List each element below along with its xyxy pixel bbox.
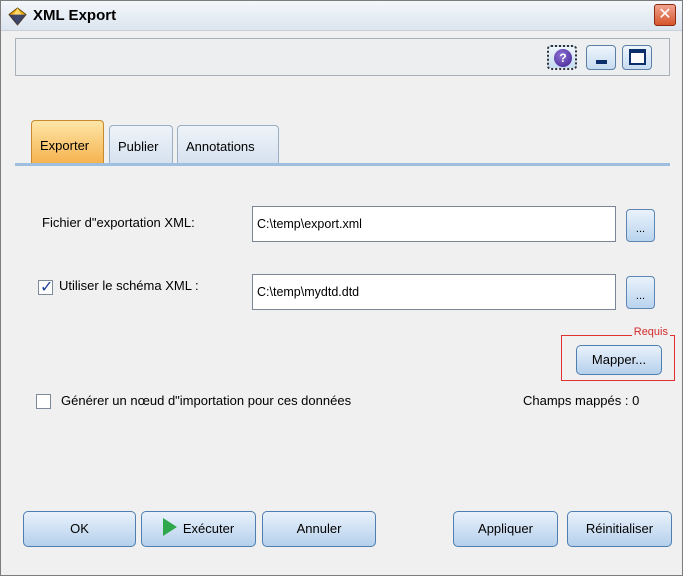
tab-annotations-label: Annotations: [186, 139, 255, 154]
apply-button[interactable]: Appliquer: [453, 511, 558, 547]
required-label: Requis: [631, 326, 670, 338]
checkmark-icon: ✓: [40, 279, 54, 296]
tab-strip-underline: [15, 163, 670, 166]
tab-publier[interactable]: Publier: [109, 125, 173, 163]
play-icon: [162, 518, 177, 536]
export-file-browse-button[interactable]: ...: [626, 209, 655, 242]
mapper-button[interactable]: Mapper...: [576, 345, 662, 375]
use-schema-checkbox[interactable]: ✓: [38, 279, 54, 296]
export-file-input[interactable]: C:\temp\export.xml: [252, 206, 616, 242]
title-bar[interactable]: XML Export ✕: [1, 1, 682, 31]
ok-button[interactable]: OK: [23, 511, 136, 547]
schema-path-input[interactable]: C:\temp\mydtd.dtd: [252, 274, 616, 310]
tab-exporter[interactable]: Exporter: [31, 120, 104, 164]
generate-import-label: Générer un nœud d"importation pour ces d…: [61, 393, 352, 408]
window-title: XML Export: [33, 7, 117, 24]
minimize-button[interactable]: [586, 45, 616, 70]
schema-browse-button[interactable]: ...: [626, 276, 655, 309]
xml-export-dialog: XML Export ✕ ? Exporter Publier Annotati…: [0, 0, 683, 576]
tab-publier-label: Publier: [118, 139, 159, 154]
cancel-button[interactable]: Annuler: [262, 511, 376, 547]
run-button-label: Exécuter: [182, 521, 235, 536]
reset-button[interactable]: Réinitialiser: [567, 511, 672, 547]
generate-import-checkbox[interactable]: [36, 394, 51, 409]
node-toolbar: ?: [15, 38, 670, 76]
tab-annotations[interactable]: Annotations: [177, 125, 279, 163]
tab-exporter-label: Exporter: [40, 138, 90, 153]
close-icon: ✕: [658, 6, 672, 23]
help-button[interactable]: ?: [547, 45, 577, 70]
diamond-icon: [8, 7, 27, 26]
use-schema-label: Utiliser le schéma XML :: [59, 278, 199, 293]
close-button[interactable]: ✕: [654, 4, 676, 26]
minimize-icon: [596, 60, 607, 64]
help-icon: ?: [554, 49, 572, 67]
export-file-label: Fichier d"exportation XML:: [42, 215, 195, 230]
mapped-fields-count: Champs mappés : 0: [523, 393, 640, 408]
maximize-icon: [629, 49, 646, 65]
maximize-button[interactable]: [622, 45, 652, 70]
run-button[interactable]: Exécuter: [141, 511, 256, 547]
